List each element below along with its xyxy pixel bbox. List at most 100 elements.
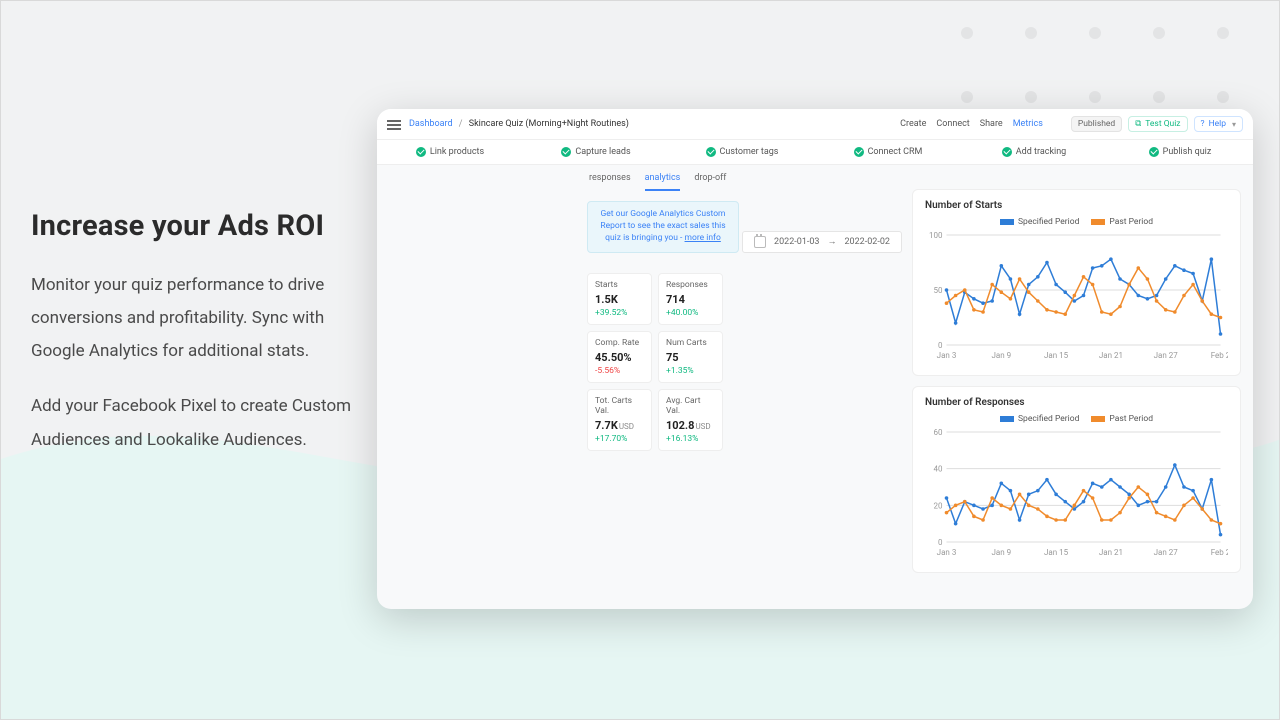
metric-value: 714 [666,293,715,306]
svg-text:Jan 21: Jan 21 [1099,351,1123,360]
date-arrow-icon: → [828,236,837,247]
chart-svg: 0 50 100 Jan 3 Jan 9 Jan 15 Jan 21 Jan 27 Feb 2 [925,231,1228,361]
date-from: 2022-01-03 [774,237,819,247]
svg-text:100: 100 [929,231,943,240]
chart-svg: 0204060Jan 3Jan 9Jan 15Jan 21Jan 27Feb 2 [925,428,1228,558]
metric-value: 45.50% [595,351,644,364]
check-link-products[interactable]: Link products [377,147,523,157]
check-connect-crm[interactable]: Connect CRM [815,147,961,157]
subtab-dropoff[interactable]: drop-off [694,173,726,191]
check-icon [1149,147,1159,157]
chart-legend: Specified PeriodPast Period [925,414,1228,424]
check-publish-quiz[interactable]: Publish quiz [1107,147,1253,157]
legend-swatch-blue [1000,416,1014,422]
svg-text:Jan 3: Jan 3 [937,351,957,360]
nav-share[interactable]: Share [980,119,1003,129]
metric-label: Comp. Rate [595,338,644,348]
test-quiz-label: Test Quiz [1145,119,1180,129]
help-label: Help [1209,119,1226,129]
chart-legend: Specified PeriodPast Period [925,217,1228,227]
check-icon [416,147,426,157]
svg-text:Jan 27: Jan 27 [1154,548,1179,557]
legend-swatch-orange [1091,416,1105,422]
metric-delta: +17.70% [595,434,644,444]
check-icon [706,147,716,157]
svg-text:Feb 2: Feb 2 [1211,351,1228,360]
chart-title: Number of Starts [925,200,1228,211]
menu-icon[interactable] [387,118,401,130]
svg-text:40: 40 [934,465,943,474]
svg-text:Jan 9: Jan 9 [991,548,1011,557]
status-published: Published [1071,116,1122,132]
check-icon [561,147,571,157]
calendar-icon [754,236,766,248]
svg-text:60: 60 [934,428,943,437]
paragraph-2: Add your Facebook Pixel to create Custom… [31,390,361,456]
check-capture-leads[interactable]: Capture leads [523,147,669,157]
check-icon [1002,147,1012,157]
metric-label: Responses [666,280,715,290]
metric-num-carts[interactable]: Num Carts 75 +1.35% [658,331,723,383]
breadcrumb-page: Skincare Quiz (Morning+Night Routines) [469,119,629,129]
chart-0: Number of Starts Specified PeriodPast Per… [912,189,1241,376]
ga-hint: Get our Google Analytics Custom Report t… [587,201,739,253]
app-window: Dashboard / Skincare Quiz (Morning+Night… [377,109,1253,609]
metric-value: 102.8USD [666,419,715,432]
metric-label: Starts [595,280,644,290]
metric-value: 7.7KUSD [595,419,644,432]
svg-text:Jan 9: Jan 9 [991,351,1011,360]
metric-delta: +39.52% [595,308,644,318]
metric-responses[interactable]: Responses 714 +40.00% [658,273,723,325]
metric-delta: -5.56% [595,366,644,376]
svg-text:0: 0 [938,538,943,547]
marketing-copy: Increase your Ads ROI Monitor your quiz … [31,209,361,479]
metric-value: 75 [666,351,715,364]
top-actions: Published ⧉ Test Quiz ? Help [1071,116,1243,132]
check-add-tracking[interactable]: Add tracking [961,147,1107,157]
metric-comp-rate[interactable]: Comp. Rate 45.50% -5.56% [587,331,652,383]
check-icon [854,147,864,157]
svg-text:Jan 27: Jan 27 [1154,351,1179,360]
paragraph-1: Monitor your quiz performance to drive c… [31,269,361,368]
check-customer-tags[interactable]: Customer tags [669,147,815,157]
nav-metrics[interactable]: Metrics [1013,119,1043,129]
svg-text:0: 0 [938,341,943,350]
charts-column: Number of Starts Specified PeriodPast Per… [912,189,1241,573]
metric-label: Num Carts [666,338,715,348]
chart-1: Number of Responses Specified PeriodPast … [912,386,1241,573]
svg-text:50: 50 [934,286,943,295]
headline: Increase your Ads ROI [31,209,361,243]
svg-text:Jan 15: Jan 15 [1044,351,1069,360]
ga-hint-link[interactable]: more info [685,233,721,243]
subtab-responses[interactable]: responses [589,173,631,191]
metric-label: Avg. Cart Val. [666,396,715,416]
svg-text:20: 20 [934,501,943,510]
metric-starts[interactable]: Starts 1.5K +39.52% [587,273,652,325]
chart-title: Number of Responses [925,397,1228,408]
metric-delta: +40.00% [666,308,715,318]
external-icon: ⧉ [1135,119,1141,129]
svg-text:Feb 2: Feb 2 [1211,548,1228,557]
help-icon: ? [1201,119,1205,129]
svg-text:Jan 15: Jan 15 [1044,548,1069,557]
breadcrumb-root[interactable]: Dashboard [409,119,453,129]
metric-avg-cart-val[interactable]: Avg. Cart Val. 102.8USD +16.13% [658,389,723,451]
subtab-analytics[interactable]: analytics [645,173,681,191]
date-range-input[interactable]: 2022-01-03 → 2022-02-02 [742,231,902,253]
svg-text:Jan 3: Jan 3 [937,548,957,557]
test-quiz-button[interactable]: ⧉ Test Quiz [1128,116,1187,132]
metric-delta: +16.13% [666,434,715,444]
nav-create[interactable]: Create [900,119,926,129]
top-nav: Create Connect Share Metrics [900,119,1043,129]
breadcrumb: Dashboard / Skincare Quiz (Morning+Night… [409,119,629,129]
help-button[interactable]: ? Help [1194,116,1243,132]
date-to: 2022-02-02 [845,237,890,247]
top-bar: Dashboard / Skincare Quiz (Morning+Night… [377,109,1253,140]
metric-label: Tot. Carts Val. [595,396,644,416]
metric-delta: +1.35% [666,366,715,376]
metric-value: 1.5K [595,293,644,306]
legend-swatch-orange [1091,219,1105,225]
nav-connect[interactable]: Connect [936,119,969,129]
checklist-row: Link products Capture leads Customer tag… [377,140,1253,165]
metric-tot-carts-val[interactable]: Tot. Carts Val. 7.7KUSD +17.70% [587,389,652,451]
